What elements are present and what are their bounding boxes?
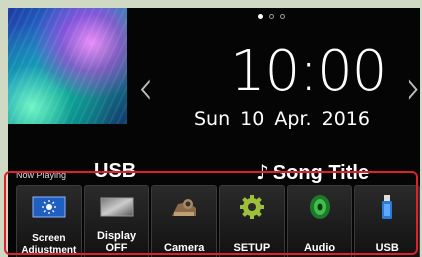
page-dot [280, 14, 285, 19]
page-indicator [258, 14, 285, 19]
clock-time: 10:00 [230, 39, 387, 104]
frame: ‹ 10:00 Sun 10 Apr. 2016 › Now Playing U… [0, 0, 422, 257]
page-dot [258, 14, 263, 19]
previous-page-button[interactable]: ‹ [138, 62, 153, 111]
page-dot [269, 14, 274, 19]
clock-date: Sun 10 Apr. 2016 [194, 108, 370, 130]
next-page-button[interactable]: › [406, 62, 420, 111]
album-artwork[interactable] [8, 8, 127, 124]
shortcut-highlight-frame [4, 171, 418, 255]
